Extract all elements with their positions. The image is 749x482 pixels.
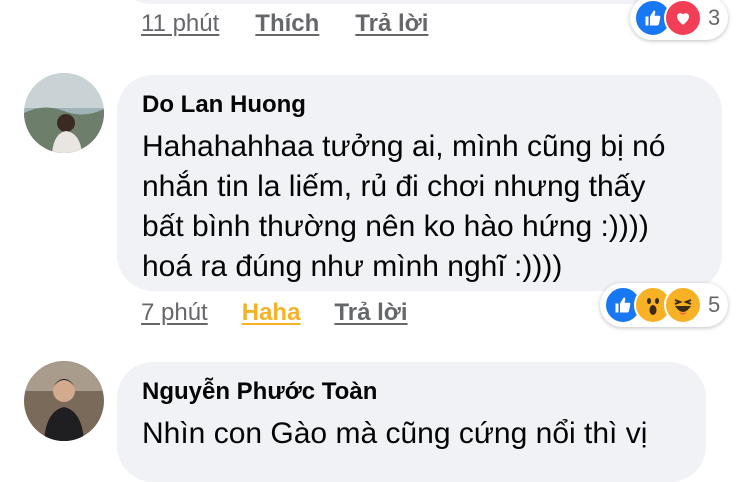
reaction-count: 3 bbox=[708, 5, 721, 30]
haha-button[interactable]: Haha bbox=[242, 299, 301, 327]
comment-text-line: Hahahahhaa tưởng ai, mình cũng bị nó bbox=[142, 130, 666, 163]
avatar[interactable] bbox=[24, 73, 104, 153]
comment-text-line: nhắn tin la liếm, rủ đi chơi nhưng thấy bbox=[142, 170, 646, 203]
like-button[interactable]: Thích bbox=[255, 10, 319, 38]
comment-text: Hahahahhaa tưởng ai, mình cũng bị nó nhắ… bbox=[142, 127, 694, 287]
comment-author[interactable]: Nguyễn Phước Toàn bbox=[142, 376, 678, 408]
comment-bubble: Nguyễn Phước Toàn Nhìn con Gào mà cũng c… bbox=[117, 362, 706, 482]
comment-text-line: hoá ra đúng như mình nghĩ :)))) bbox=[142, 250, 563, 283]
love-reaction-icon bbox=[664, 0, 702, 37]
reaction-summary[interactable]: 3 bbox=[630, 0, 729, 40]
reply-button[interactable]: Trả lời bbox=[355, 10, 428, 38]
reaction-summary[interactable]: 5 bbox=[600, 283, 729, 327]
reply-button[interactable]: Trả lời bbox=[334, 299, 407, 327]
previous-comment-bubble bbox=[115, 0, 722, 4]
comment-text: Nhìn con Gào mà cũng cứng nổi thì vị bbox=[142, 417, 648, 450]
comment-text-line: bất bình thường nên ko hào hứng :)))) bbox=[142, 210, 649, 243]
comment-time[interactable]: 11 phút bbox=[141, 10, 219, 38]
comment-time[interactable]: 7 phút bbox=[141, 299, 208, 327]
comment-actions: 7 phút Haha Trả lời bbox=[141, 299, 408, 327]
comment-bubble: Do Lan Huong Hahahahhaa tưởng ai, mình c… bbox=[117, 75, 722, 291]
haha-reaction-icon bbox=[664, 286, 702, 324]
comment-actions: 11 phút Thích Trả lời bbox=[141, 10, 428, 38]
comment-author[interactable]: Do Lan Huong bbox=[142, 89, 694, 121]
reaction-count: 5 bbox=[708, 292, 721, 317]
avatar[interactable] bbox=[24, 361, 104, 441]
